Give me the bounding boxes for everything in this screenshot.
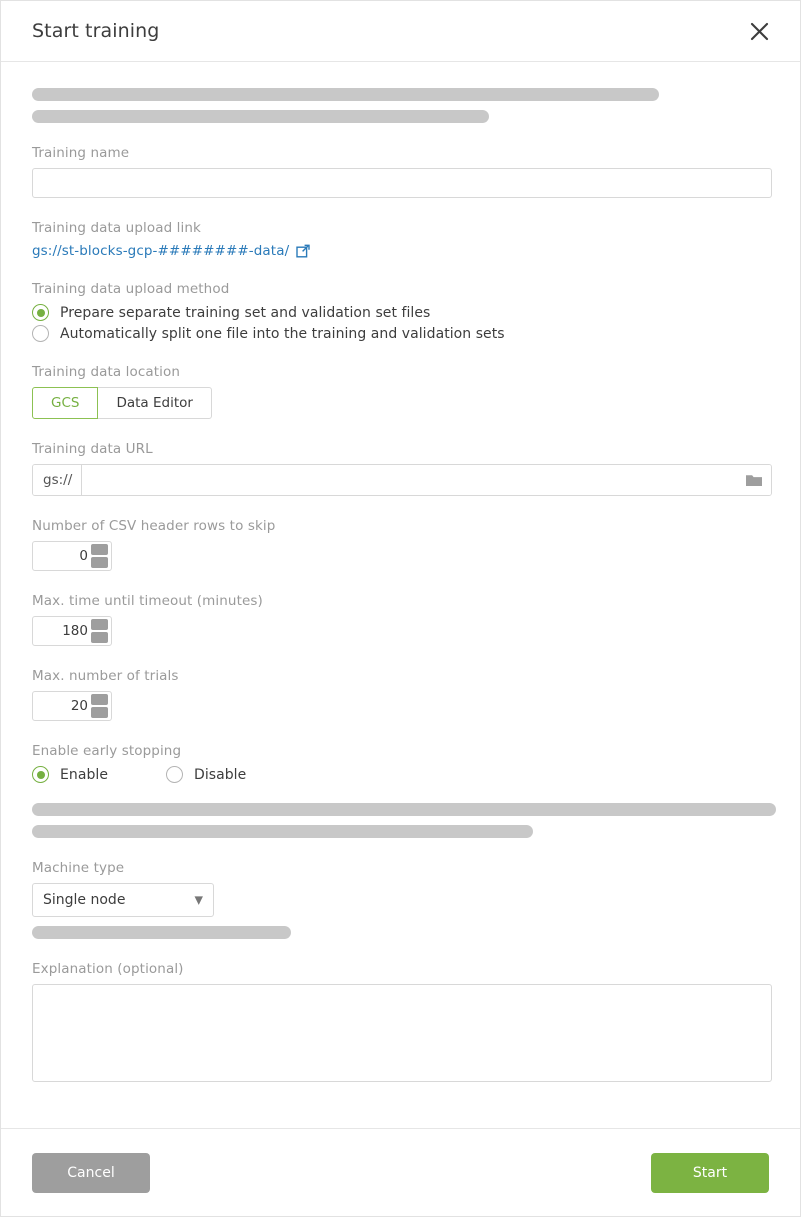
timeout-label: Max. time until timeout (minutes) (32, 593, 263, 609)
dialog-body: Training name Training data upload link … (1, 62, 800, 1128)
stepper-down-icon[interactable] (91, 707, 108, 718)
radio-icon-unselected (32, 325, 49, 342)
radio-icon-selected (32, 304, 49, 321)
max-trials-field: Max. number of trials (32, 668, 769, 721)
radio-icon-unselected (166, 766, 183, 783)
dialog-header: Start training (1, 1, 800, 62)
csv-skip-label: Number of CSV header rows to skip (32, 518, 276, 534)
training-name-field: Training name (32, 145, 772, 198)
data-location-toggle-group: GCS Data Editor (32, 387, 769, 419)
data-url-prefix: gs:// (33, 465, 83, 495)
radio-early-stopping-disable[interactable]: Disable (166, 766, 246, 783)
max-trials-input[interactable] (33, 692, 91, 720)
timeout-input[interactable] (33, 617, 91, 645)
csv-skip-field: Number of CSV header rows to skip (32, 518, 769, 571)
data-url-field: Training data URL gs:// (32, 441, 772, 496)
data-location-field: Training data location GCS Data Editor (32, 364, 769, 419)
timeout-field: Max. time until timeout (minutes) (32, 593, 769, 646)
skeleton-bar-mid-2 (32, 825, 533, 838)
stepper-up-icon[interactable] (91, 619, 108, 630)
folder-icon[interactable] (737, 465, 771, 495)
max-trials-stepper (32, 691, 112, 721)
skeleton-bar-top-1 (32, 88, 659, 101)
close-icon[interactable] (742, 14, 776, 48)
csv-skip-input[interactable] (33, 542, 91, 570)
stepper-up-icon[interactable] (91, 544, 108, 555)
upload-link-label: Training data upload link (32, 220, 201, 236)
page-title: Start training (32, 20, 160, 42)
radio-label: Disable (194, 766, 247, 783)
radio-label: Automatically split one file into the tr… (60, 325, 505, 342)
explanation-label: Explanation (optional) (32, 961, 184, 977)
machine-type-select[interactable]: Single node (32, 883, 214, 917)
radio-upload-method-autosplit[interactable]: Automatically split one file into the tr… (32, 325, 769, 342)
start-training-dialog: Start training Training name Training da… (0, 0, 801, 1217)
radio-label: Enable (60, 766, 108, 783)
data-location-label: Training data location (32, 364, 181, 380)
toggle-data-editor[interactable]: Data Editor (97, 387, 212, 419)
skeleton-bar-machine (32, 926, 291, 939)
machine-type-label: Machine type (32, 860, 125, 876)
explanation-textarea[interactable] (32, 984, 772, 1082)
cancel-button[interactable]: Cancel (32, 1152, 150, 1193)
upload-link-field: Training data upload link gs://st-blocks… (32, 220, 769, 259)
skeleton-bar-mid-1 (32, 803, 776, 816)
early-stopping-radio-group: Enable Disable (32, 766, 769, 787)
dialog-footer: Cancel Start (1, 1128, 800, 1216)
stepper-arrows (91, 692, 111, 720)
upload-method-label: Training data upload method (32, 281, 230, 297)
explanation-field: Explanation (optional) (32, 961, 772, 1086)
upload-link-row: gs://st-blocks-gcp-########-data/ (32, 243, 769, 259)
upload-link[interactable]: gs://st-blocks-gcp-########-data/ (32, 243, 289, 259)
training-name-label: Training name (32, 145, 130, 161)
radio-upload-method-separate[interactable]: Prepare separate training set and valida… (32, 304, 769, 321)
data-url-label: Training data URL (32, 441, 153, 457)
toggle-gcs[interactable]: GCS (32, 387, 99, 419)
radio-label: Prepare separate training set and valida… (60, 304, 431, 321)
stepper-arrows (91, 617, 111, 645)
max-trials-label: Max. number of trials (32, 668, 179, 684)
early-stopping-field: Enable early stopping Enable Disable (32, 743, 769, 787)
data-url-input-group: gs:// (32, 464, 772, 496)
stepper-down-icon[interactable] (91, 557, 108, 568)
stepper-down-icon[interactable] (91, 632, 108, 643)
data-url-input[interactable] (82, 465, 737, 495)
csv-skip-stepper (32, 541, 112, 571)
upload-method-field: Training data upload method Prepare sepa… (32, 281, 769, 342)
start-button[interactable]: Start (651, 1152, 769, 1193)
external-link-icon[interactable] (296, 244, 310, 258)
skeleton-bar-top-2 (32, 110, 489, 123)
machine-type-select-wrapper: Single node ▼ (32, 883, 214, 917)
early-stopping-label: Enable early stopping (32, 743, 182, 759)
stepper-arrows (91, 542, 111, 570)
training-name-input[interactable] (32, 168, 772, 198)
radio-icon-selected (32, 766, 49, 783)
timeout-stepper (32, 616, 112, 646)
machine-type-field: Machine type Single node ▼ (32, 860, 769, 917)
radio-early-stopping-enable[interactable]: Enable (32, 766, 166, 783)
stepper-up-icon[interactable] (91, 694, 108, 705)
